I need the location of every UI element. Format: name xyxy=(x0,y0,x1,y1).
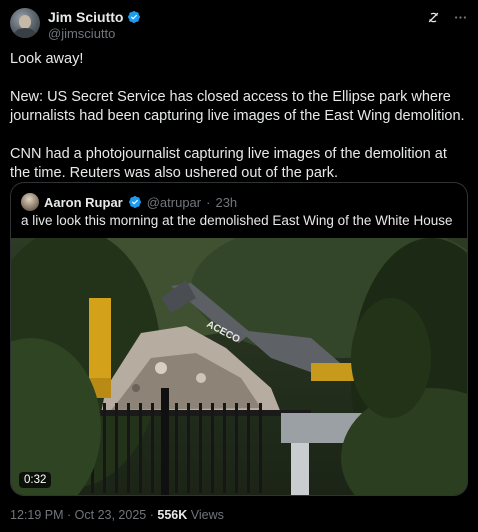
views-count: 556K xyxy=(157,508,188,522)
tweet-time[interactable]: 12:19 PM xyxy=(10,508,64,522)
tweet-header: Jim Sciutto @jimsciutto xyxy=(10,8,468,44)
quote-author-display-name[interactable]: Aaron Rupar xyxy=(44,195,123,210)
author-handle[interactable]: @jimsciutto xyxy=(48,26,115,41)
author-avatar[interactable] xyxy=(10,8,40,38)
avatar-face xyxy=(19,15,31,29)
tweet-paragraph: New: US Secret Service has closed access… xyxy=(10,89,465,124)
quote-timestamp[interactable]: 23h xyxy=(215,195,237,210)
video-duration: 0:32 xyxy=(19,472,52,488)
quote-header: Aaron Rupar @atrupar · 23h xyxy=(21,193,237,211)
quote-author-handle[interactable]: @atrupar xyxy=(147,195,201,210)
meta-separator: · xyxy=(149,508,154,522)
views-label: Views xyxy=(190,508,224,522)
meta-separator: · xyxy=(67,508,72,522)
tweet-paragraph: Look away! xyxy=(10,51,84,67)
verified-badge-icon xyxy=(128,11,141,23)
quote-video[interactable]: ACECO 0:32 xyxy=(11,238,467,495)
quote-author-avatar[interactable] xyxy=(21,193,39,211)
tweet-paragraph: CNN had a photojournalist capturing live… xyxy=(10,146,447,181)
verified-badge-icon xyxy=(128,196,141,208)
author-name-row: Jim Sciutto xyxy=(48,9,141,25)
video-frame: ACECO xyxy=(11,238,467,495)
quoted-tweet[interactable]: Aaron Rupar @atrupar · 23h a live look t… xyxy=(10,182,468,496)
header-actions xyxy=(426,10,468,25)
tweet-meta: 12:19 PM · Oct 23, 2025 · 556K Views xyxy=(10,508,224,522)
tweet-date[interactable]: Oct 23, 2025 xyxy=(75,508,147,522)
quote-separator: · xyxy=(206,194,211,210)
author-display-name[interactable]: Jim Sciutto xyxy=(48,9,123,25)
grok-icon[interactable] xyxy=(426,10,441,25)
more-icon[interactable] xyxy=(453,10,468,25)
avatar-body xyxy=(14,28,36,38)
tweet-text: Look away! New: US Secret Service has cl… xyxy=(10,50,470,183)
quote-text: a live look this morning at the demolish… xyxy=(21,213,453,228)
